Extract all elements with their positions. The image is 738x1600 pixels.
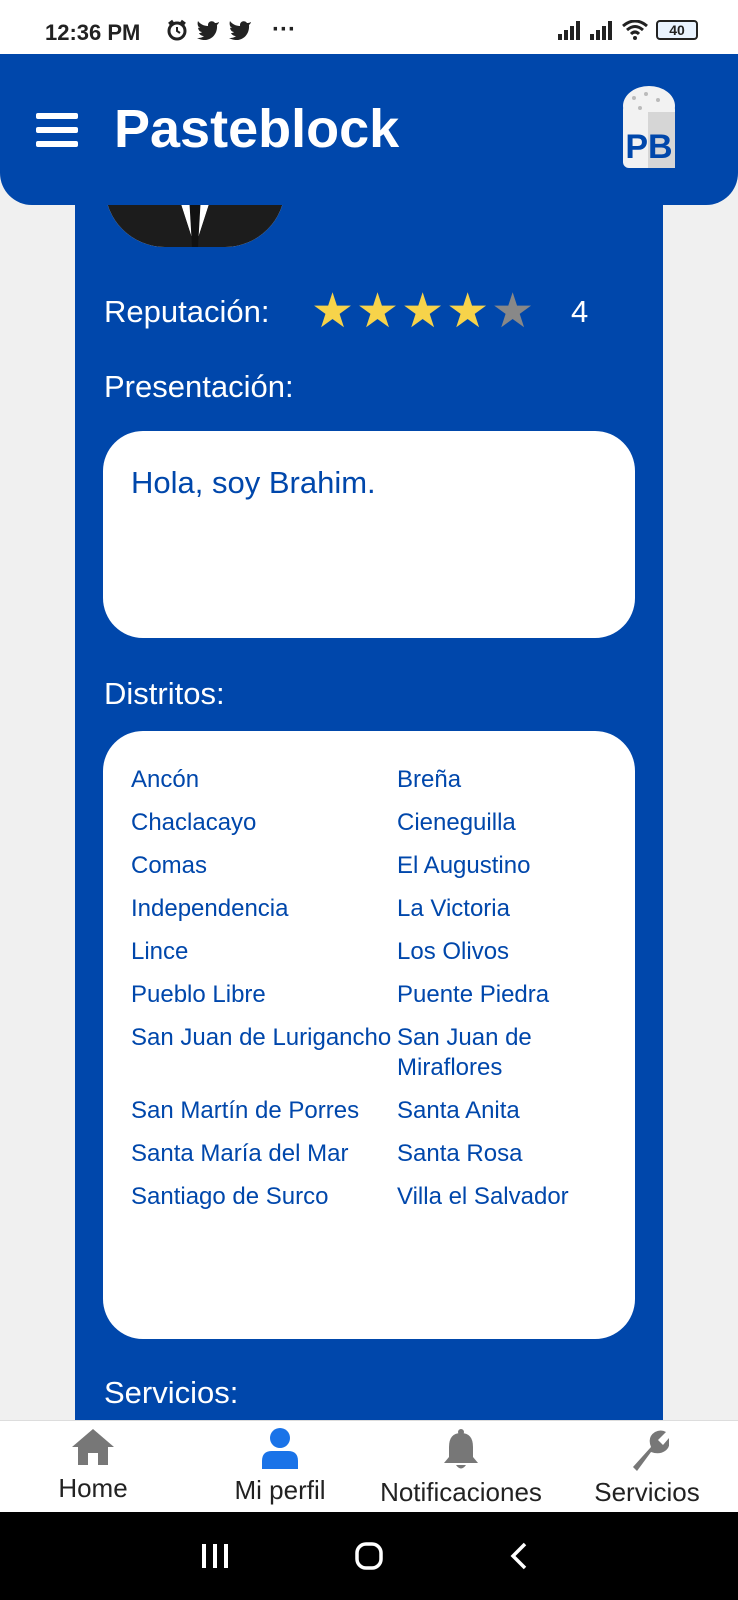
nav-profile[interactable]: Mi perfil — [215, 1427, 345, 1506]
presentation-text: Hola, soy Brahim. — [131, 465, 376, 500]
more-notifications-icon: ··· — [272, 16, 296, 43]
star-filled-icon: ★ — [401, 285, 445, 338]
wifi-icon — [622, 20, 648, 40]
district-item: La Victoria — [397, 895, 510, 922]
home-icon — [72, 1429, 114, 1465]
twitter-icon — [229, 21, 251, 40]
district-item: Chaclacayo — [131, 809, 257, 836]
districts-label: Distritos: — [104, 676, 225, 711]
district-item: Santiago de Surco — [131, 1183, 329, 1210]
twitter-icon — [197, 21, 219, 40]
presentation-box: Hola, soy Brahim. — [103, 431, 635, 638]
district-item: Santa Rosa — [397, 1140, 523, 1167]
status-icons-left: ··· — [166, 16, 296, 43]
district-item: Pueblo Libre — [131, 981, 266, 1008]
hamburger-menu-icon[interactable] — [36, 113, 78, 147]
district-item: Cieneguilla — [397, 809, 516, 836]
district-item: Ancón — [131, 766, 200, 793]
system-nav-bar — [0, 1512, 738, 1600]
reputation-label: Reputación: — [104, 294, 270, 329]
district-item: San Martín de Porres — [131, 1097, 360, 1124]
district-item: Santa María del Mar — [131, 1140, 349, 1167]
star-filled-icon: ★ — [311, 285, 355, 338]
services-label: Servicios: — [104, 1375, 239, 1410]
star-empty-icon: ★ — [491, 285, 535, 338]
nav-notifications[interactable]: Notificaciones — [366, 1427, 556, 1508]
logo-text: PB — [625, 128, 672, 166]
districts-box: Ancón Breña Chaclacayo Cieneguilla Comas El A… — [103, 731, 635, 1339]
nav-profile-label: Mi perfil — [234, 1475, 326, 1505]
star-filled-icon: ★ — [446, 285, 490, 338]
district-item: Santa Anita — [397, 1097, 520, 1124]
app-title: Pasteblock — [114, 99, 400, 159]
district-item: Independencia — [131, 895, 289, 922]
pasteblock-logo: PB — [623, 86, 675, 168]
reputation-value: 4 — [571, 294, 589, 329]
user-icon — [262, 1428, 298, 1469]
alarm-icon — [167, 19, 187, 41]
district-item: Breña — [397, 766, 462, 793]
presentation-label: Presentación: — [104, 369, 294, 404]
home-button[interactable] — [355, 1542, 383, 1570]
rating-stars: ★ ★ ★ ★ ★ — [311, 285, 535, 338]
district-item: Lince — [131, 938, 189, 965]
recent-apps-button[interactable] — [202, 1544, 228, 1568]
nav-services-label: Servicios — [594, 1477, 700, 1507]
wrench-icon — [633, 1430, 669, 1471]
district-item: San Juan de Lurigancho — [131, 1024, 392, 1051]
nav-services[interactable]: Servicios — [585, 1427, 709, 1508]
app-header: Pasteblock PB — [0, 54, 738, 205]
star-filled-icon: ★ — [356, 285, 400, 338]
district-item: Los Olivos — [397, 938, 510, 965]
status-icons-right: 40 — [558, 20, 698, 40]
district-item: Villa el Salvador — [397, 1183, 569, 1210]
battery-icon: 40 — [656, 20, 698, 40]
nav-home[interactable]: Home — [38, 1427, 148, 1504]
district-item: Comas — [131, 852, 208, 879]
bell-icon — [444, 1429, 478, 1469]
district-item: Puente Piedra — [397, 981, 550, 1008]
status-bar: 12:36 PM ··· 40 — [0, 0, 738, 56]
signal-icon — [590, 21, 612, 40]
nav-home-label: Home — [58, 1473, 128, 1503]
district-item: San Juan de Miraflores — [397, 1024, 532, 1081]
nav-notifications-label: Notificaciones — [380, 1477, 542, 1507]
profile-card: Reputación: ★ ★ ★ ★ ★ 4 Presentación: Hola, … — [75, 140, 663, 1422]
signal-icon — [558, 21, 580, 40]
districts-list: Ancón Breña Chaclacayo Cieneguilla Comas El A… — [131, 765, 607, 1212]
bottom-nav: Home Mi perfil Notificaciones Servicios — [0, 1420, 738, 1512]
status-time: 12:36 PM — [45, 20, 141, 45]
back-button[interactable] — [510, 1542, 528, 1570]
district-item: El Augustino — [397, 852, 531, 879]
